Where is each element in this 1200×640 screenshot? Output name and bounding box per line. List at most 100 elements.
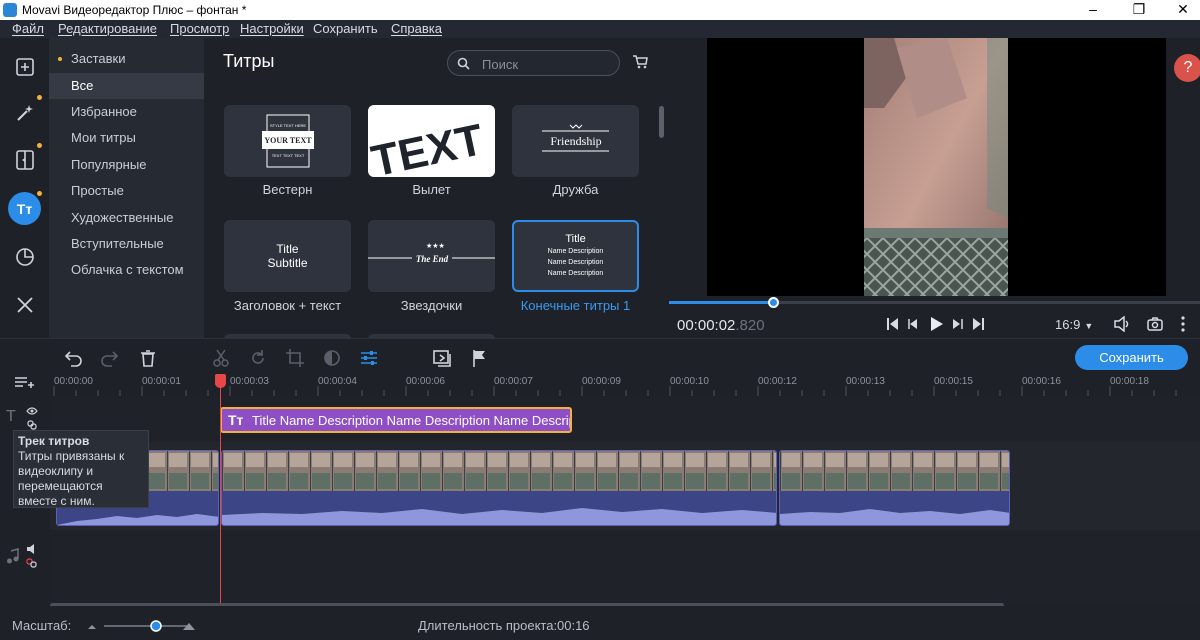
menu-settings[interactable]: Настройки [240,21,304,36]
play-icon[interactable] [931,317,943,331]
western-preview: STYLE TEXT HERE YOUR TEXT TEXT TEXT TEXT [262,114,314,168]
category-label: Мои титры [71,130,136,145]
skip-start-icon[interactable] [887,318,898,330]
new-badge [37,191,42,196]
title-preset-end-credits[interactable]: Title Name Description Name Description … [512,220,639,292]
timecode: 00:00:02.820 [677,317,765,334]
color-adjust-icon[interactable] [322,348,342,368]
add-media-icon[interactable] [8,50,41,83]
maximize-icon[interactable]: ❐ [1124,1,1154,18]
magic-wand-icon[interactable] [8,96,41,129]
marker-flag-icon[interactable] [470,348,490,368]
playback-progress-fill [669,301,773,304]
credits-line: Name Description [547,248,604,255]
ruler-label: 00:00:15 [934,376,973,387]
playback-progress-handle[interactable] [767,297,779,308]
prev-frame-icon[interactable] [908,319,917,329]
title-track-icon: T [6,408,16,425]
save-button[interactable]: Сохранить [1075,345,1188,370]
category-popular[interactable]: Популярные [49,152,204,178]
stickers-icon[interactable] [8,240,41,273]
aspect-ratio-value: 16:9 [1055,317,1081,332]
title-clip-text: Title Name Description Name Description … [252,413,572,428]
menu-edit[interactable]: Редактирование [58,21,157,36]
window-titlebar: Movavi Видеоредактор Плюс – фонтан * – ❐… [0,0,1200,20]
transitions-icon[interactable] [8,143,41,176]
snapshot-camera-icon[interactable] [1147,317,1163,331]
store-cart-icon[interactable] [632,55,648,69]
tool-rail: Tт [0,38,49,338]
undo-icon[interactable] [63,348,83,368]
titles-icon[interactable]: Tт [8,192,41,225]
help-button[interactable]: ? [1174,54,1200,82]
category-favorites[interactable]: Избранное [49,99,204,125]
next-frame-icon[interactable] [953,319,963,329]
close-icon[interactable]: ✕ [1168,1,1198,18]
eye-icon[interactable] [26,407,38,415]
new-badge [58,57,62,61]
audio-link-icon[interactable] [26,558,38,568]
title-clip-icon: Tт [228,412,244,428]
export-frame-icon[interactable] [432,348,452,368]
category-label: Все [71,78,94,93]
redo-icon[interactable] [100,348,120,368]
audio-volume-icon[interactable] [26,544,38,554]
category-my-titles[interactable]: Мои титры [49,125,204,151]
timecode-main: 00:00:02 [677,317,736,334]
ruler-label: 00:00:10 [670,376,709,387]
title-preset-stars[interactable]: ★★★ The End [368,220,495,292]
search-input[interactable] [482,55,612,73]
title-preset-label: Звездочки [400,298,463,313]
cut-icon[interactable] [211,348,231,368]
menu-save[interactable]: Сохранить [313,21,378,36]
category-opening[interactable]: Вступительные [49,231,204,257]
stars-preview: ★★★ The End [368,242,495,265]
video-clip[interactable] [779,450,1010,526]
tools-icon[interactable] [8,288,41,321]
menu-file[interactable]: Файл [12,21,44,36]
video-preview[interactable] [707,38,1166,296]
category-simple[interactable]: Простые [49,178,204,204]
volume-icon[interactable] [1113,316,1131,332]
search-icon [457,57,470,70]
minimize-icon[interactable]: – [1078,1,1108,17]
category-list: Заставки Все Избранное Мои титры Популяр… [49,38,204,338]
playback-progress[interactable] [669,297,1200,308]
video-frame [864,38,1008,296]
playhead-handle[interactable] [215,374,226,388]
link-icon[interactable] [27,420,37,430]
delete-icon[interactable] [138,348,158,368]
title-preset-label: Конечные титры 1 [520,298,631,313]
category-artistic[interactable]: Художественные [49,205,204,231]
category-all[interactable]: Все [49,73,204,99]
aspect-ratio-select[interactable]: 16:9 ▼ [1055,317,1093,332]
rotate-icon[interactable] [248,348,268,368]
title-preset-friendship[interactable]: Friendship [512,105,639,177]
skip-end-icon[interactable] [973,318,984,330]
category-label: Избранное [71,104,137,119]
menu-help[interactable]: Справка [391,21,442,36]
menu-view[interactable]: Просмотр [170,21,229,36]
category-intros[interactable]: Заставки [49,46,204,72]
grid-scrollbar[interactable] [659,106,664,138]
zoom-slider[interactable] [88,619,198,633]
title-preset-flyout[interactable]: TEXT [368,105,495,177]
page-title: Титры [223,51,275,71]
crop-icon[interactable] [285,348,305,368]
category-text-bubbles[interactable]: Облачка с текстом [49,257,204,283]
add-track-icon[interactable] [14,375,36,389]
more-options-icon[interactable] [1180,316,1186,332]
star-icon: ★★★ [426,242,445,250]
clip-properties-icon[interactable] [359,348,379,368]
music-note-icon [7,548,19,564]
playhead[interactable] [220,374,221,606]
status-bar: Масштаб: Длительность проекта: 00:16 [0,606,1200,640]
timeline-tracks[interactable]: Tт Title Name Description Name Descripti… [0,374,1200,606]
search-box[interactable] [447,50,620,76]
title-preset-title-subtitle[interactable]: Title Subtitle [224,220,351,292]
category-label: Популярные [71,157,147,172]
title-clip[interactable]: Tт Title Name Description Name Descripti… [220,407,572,433]
title-preset-western[interactable]: STYLE TEXT HERE YOUR TEXT TEXT TEXT TEXT [224,105,351,177]
video-clip[interactable] [221,450,777,526]
titles-icon-label: Tт [16,200,33,217]
